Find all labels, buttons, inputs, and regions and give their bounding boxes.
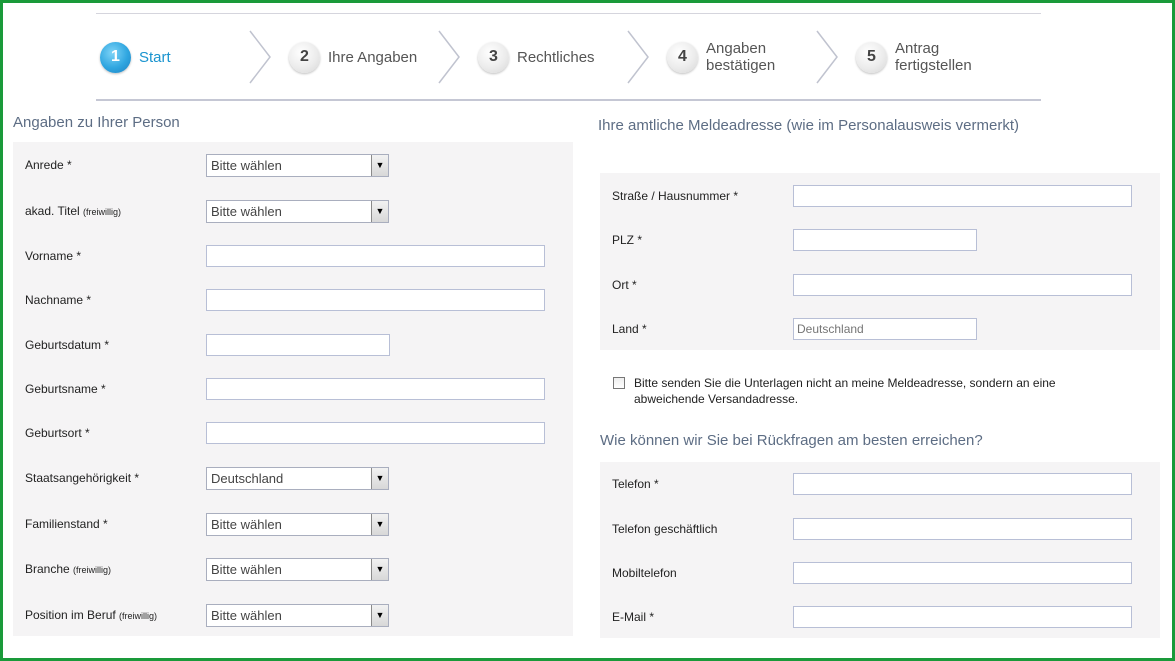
position-select[interactable]: Bitte wählen ▼: [206, 603, 389, 627]
step-number: 4: [667, 41, 698, 73]
geburtsort-input[interactable]: [206, 422, 545, 444]
step-number: 5: [856, 41, 887, 73]
telefon-label: Telefon *: [612, 477, 659, 491]
geburtsdatum-row: Geburtsdatum *: [13, 333, 573, 357]
dropdown-arrow-icon: ▼: [371, 154, 388, 176]
staat-row: Staatsangehörigkeit * Deutschland ▼: [13, 466, 573, 490]
chevron-right-icon: [627, 30, 649, 84]
dropdown-arrow-icon: ▼: [371, 467, 388, 489]
dropdown-arrow-icon: ▼: [371, 513, 388, 535]
contact-panel: Telefon * Telefon geschäftlich Mobiltele…: [600, 462, 1160, 638]
land-input[interactable]: [793, 318, 977, 340]
step-label: Rechtliches: [517, 48, 595, 66]
geburtsdatum-label: Geburtsdatum *: [25, 338, 110, 352]
anrede-select[interactable]: Bitte wählen ▼: [206, 153, 389, 177]
step-5[interactable]: 5 Antrag fertigstellen: [856, 14, 972, 100]
land-row: Land *: [600, 317, 1160, 341]
step-3[interactable]: 3 Rechtliches: [478, 14, 595, 100]
strasse-input[interactable]: [793, 185, 1132, 207]
step-label-line1: Antrag: [895, 40, 940, 57]
ort-input[interactable]: [793, 274, 1132, 296]
person-panel: Anrede * Bitte wählen ▼ akad. Titel (fre…: [13, 142, 573, 636]
person-section-title: Angaben zu Ihrer Person: [13, 114, 180, 131]
chevron-right-icon: [438, 30, 460, 84]
chevron-right-icon: [249, 30, 271, 84]
vorname-row: Vorname *: [13, 244, 573, 268]
email-row: E-Mail *: [600, 605, 1160, 629]
geburtsort-label: Geburtsort *: [25, 426, 90, 440]
titel-select[interactable]: Bitte wählen ▼: [206, 199, 389, 223]
vorname-label: Vorname *: [25, 249, 82, 263]
step-label: Start: [139, 48, 171, 66]
titel-row: akad. Titel (freiwillig) Bitte wählen ▼: [13, 199, 573, 223]
staat-label: Staatsangehörigkeit *: [25, 471, 140, 485]
nachname-row: Nachname *: [13, 288, 573, 312]
dropdown-arrow-icon: ▼: [371, 200, 388, 222]
branche-label: Branche (freiwillig): [25, 562, 112, 576]
dropdown-arrow-icon: ▼: [371, 558, 388, 580]
alt-address-checkbox[interactable]: [613, 377, 625, 389]
plz-input[interactable]: [793, 229, 977, 251]
strasse-label: Straße / Hausnummer *: [612, 189, 739, 203]
familienstand-row: Familienstand * Bitte wählen ▼: [13, 512, 573, 536]
familienstand-label: Familienstand *: [25, 517, 108, 531]
anrede-label: Anrede *: [25, 158, 72, 172]
ort-label: Ort *: [612, 278, 637, 292]
email-input[interactable]: [793, 606, 1132, 628]
geburtsname-label: Geburtsname *: [25, 382, 106, 396]
progress-stepper: 1 Start 2 Ihre Angaben 3 Rechtliches 4 A…: [96, 13, 1041, 101]
geburtsname-input[interactable]: [206, 378, 545, 400]
alt-address-checkbox-label: Bitte senden Sie die Unterlagen nicht an…: [634, 376, 1056, 406]
strasse-row: Straße / Hausnummer *: [600, 184, 1160, 208]
geburtsname-row: Geburtsname *: [13, 377, 573, 401]
step-2[interactable]: 2 Ihre Angaben: [289, 14, 417, 100]
dropdown-arrow-icon: ▼: [371, 604, 388, 626]
anrede-row: Anrede * Bitte wählen ▼: [13, 153, 573, 177]
step-1[interactable]: 1 Start: [100, 14, 171, 100]
alt-address-checkbox-row[interactable]: Bitte senden Sie die Unterlagen nicht an…: [613, 375, 1133, 407]
mobil-label: Mobiltelefon: [612, 566, 677, 580]
nachname-input[interactable]: [206, 289, 545, 311]
mobil-row: Mobiltelefon: [600, 561, 1160, 585]
contact-section-title: Wie können wir Sie bei Rückfragen am bes…: [600, 432, 983, 449]
ort-row: Ort *: [600, 273, 1160, 297]
nachname-label: Nachname *: [25, 293, 92, 307]
position-label: Position im Beruf (freiwillig): [25, 608, 158, 622]
step-number: 3: [478, 41, 509, 73]
telefon-geschaeftlich-row: Telefon geschäftlich: [600, 517, 1160, 541]
staat-select[interactable]: Deutschland ▼: [206, 466, 389, 490]
plz-label: PLZ *: [612, 233, 643, 247]
plz-row: PLZ *: [600, 228, 1160, 252]
branche-select[interactable]: Bitte wählen ▼: [206, 557, 389, 581]
step-label-line2: fertigstellen: [895, 57, 972, 74]
chevron-right-icon: [816, 30, 838, 84]
telefon-row: Telefon *: [600, 472, 1160, 496]
telefon-geschaeftlich-input[interactable]: [793, 518, 1132, 540]
titel-label: akad. Titel (freiwillig): [25, 204, 122, 218]
step-number: 1: [100, 41, 131, 73]
position-row: Position im Beruf (freiwillig) Bitte wäh…: [13, 603, 573, 627]
vorname-input[interactable]: [206, 245, 545, 267]
step-label-line1: Angaben: [706, 40, 767, 57]
step-label-line2: bestätigen: [706, 57, 776, 74]
branche-row: Branche (freiwillig) Bitte wählen ▼: [13, 557, 573, 581]
familienstand-select[interactable]: Bitte wählen ▼: [206, 512, 389, 536]
address-panel: Straße / Hausnummer * PLZ * Ort * Land *: [600, 173, 1160, 350]
email-label: E-Mail *: [612, 610, 655, 624]
land-label: Land *: [612, 322, 647, 336]
step-number: 2: [289, 41, 320, 73]
address-section-title: Ihre amtliche Meldeadresse (wie im Perso…: [598, 117, 1019, 134]
step-4[interactable]: 4 Angaben bestätigen: [667, 14, 775, 100]
telefon-input[interactable]: [793, 473, 1132, 495]
telefon-geschaeftlich-label: Telefon geschäftlich: [612, 522, 718, 536]
geburtsort-row: Geburtsort *: [13, 421, 573, 445]
geburtsdatum-input[interactable]: [206, 334, 390, 356]
step-label: Ihre Angaben: [328, 48, 418, 66]
mobil-input[interactable]: [793, 562, 1132, 584]
